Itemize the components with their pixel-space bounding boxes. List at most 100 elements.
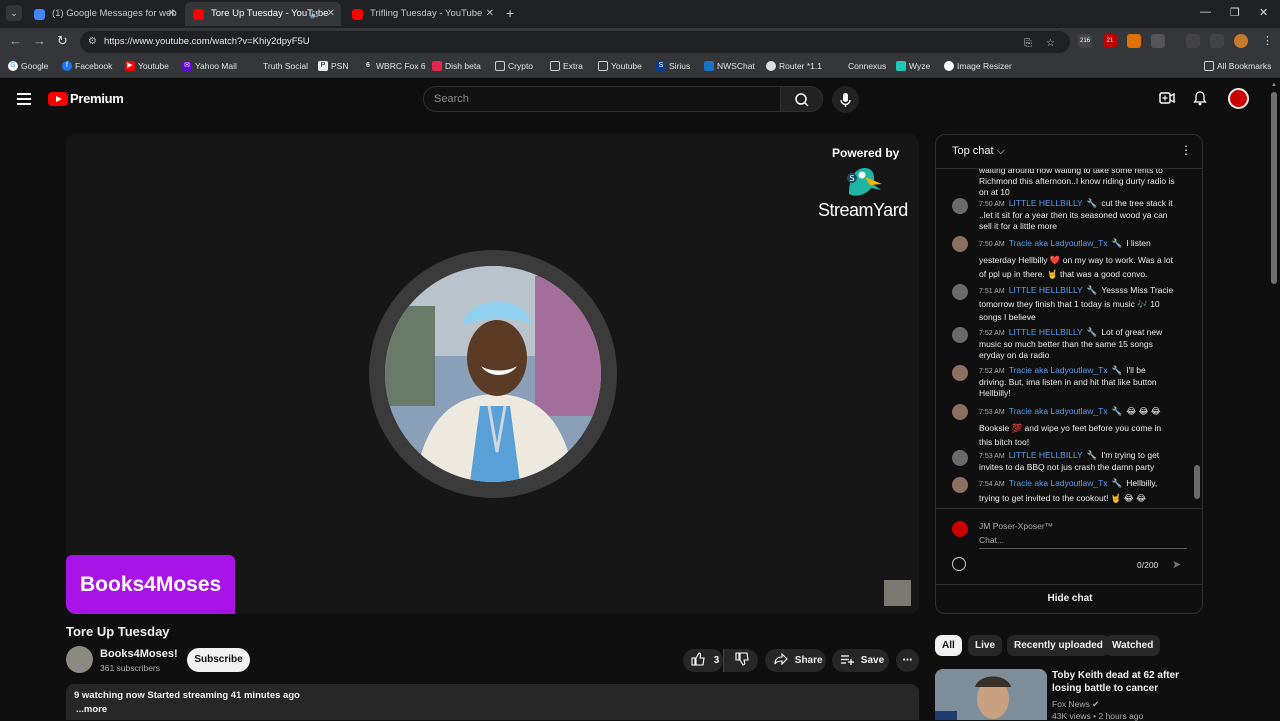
dislike-button[interactable] xyxy=(723,649,758,672)
chat-author-name[interactable]: LITTLE HELLBILLY xyxy=(1009,285,1083,295)
chat-author-avatar[interactable] xyxy=(952,236,968,252)
save-button[interactable]: Save xyxy=(832,649,889,672)
side-panel-icon[interactable] xyxy=(1210,34,1224,48)
bookmark-wbrc-fox6[interactable]: 6 WBRC Fox 6 xyxy=(363,61,426,71)
browser-menu-icon[interactable]: ⋮ xyxy=(1262,34,1273,48)
chat-author-avatar[interactable] xyxy=(952,198,968,214)
page-scrollbar-thumb[interactable] xyxy=(1271,92,1277,284)
browser-tab-messages[interactable]: (1) Google Messages for web ✕ xyxy=(26,2,182,26)
chat-author-name[interactable]: LITTLE HELLBILLY xyxy=(1009,327,1083,337)
account-avatar[interactable] xyxy=(1228,88,1249,109)
chat-author-name[interactable]: Tracie aka Ladyoutlaw_Tx xyxy=(1009,406,1108,416)
bookmark-dish-beta[interactable]: Dish beta xyxy=(432,61,481,71)
chat-author-avatar[interactable] xyxy=(952,404,968,420)
description-more-link[interactable]: ...more xyxy=(76,704,107,715)
top-chat-dropdown[interactable]: Top chat ⌵ xyxy=(952,145,1005,158)
chat-more-options-icon[interactable]: ⋮ xyxy=(1180,143,1192,157)
bookmark-router[interactable]: Router *1.1 xyxy=(766,61,822,71)
recommended-video-channel[interactable]: Fox News ✔ xyxy=(1052,699,1099,710)
extensions-puzzle-icon[interactable] xyxy=(1151,34,1165,48)
extension-badge-icon[interactable]: 216 xyxy=(1078,34,1092,48)
chat-author-avatar[interactable] xyxy=(952,327,968,343)
chat-scrollbar[interactable] xyxy=(1194,169,1200,508)
video-player[interactable]: Powered by S StreamYard Books4Moses xyxy=(66,134,919,614)
recommended-video-thumbnail[interactable] xyxy=(935,669,1047,720)
bookmark-psn[interactable]: P PSN xyxy=(318,61,348,71)
bookmark-folder-extra[interactable]: Extra xyxy=(550,61,583,71)
bookmark-image-resizer[interactable]: Image Resizer xyxy=(944,61,1012,71)
bookmark-wyze[interactable]: Wyze xyxy=(896,61,930,71)
bookmark-star-icon[interactable]: ☆ xyxy=(1046,38,1055,49)
speaker-icon[interactable]: 🔈 xyxy=(310,2,321,26)
chat-author-avatar[interactable] xyxy=(952,450,968,466)
media-controls-icon[interactable] xyxy=(1186,34,1200,48)
bookmark-truth-social[interactable]: Truth Social xyxy=(250,61,308,71)
close-tab-icon[interactable]: ✕ xyxy=(486,2,494,26)
bookmark-google[interactable]: G Google xyxy=(8,61,48,71)
tab-search-button[interactable]: ⌄ xyxy=(6,5,22,21)
emoji-picker-icon[interactable] xyxy=(952,557,966,571)
subscribe-button[interactable]: Subscribe xyxy=(187,648,250,672)
chat-author-name[interactable]: Tracie aka Ladyoutlaw_Tx xyxy=(1009,238,1108,248)
more-actions-button[interactable]: ⋯ xyxy=(896,649,919,672)
install-app-icon[interactable]: ⎘ xyxy=(1024,38,1032,49)
new-tab-button[interactable]: + xyxy=(506,6,514,20)
chat-author-avatar[interactable] xyxy=(952,365,968,381)
page-scrollbar[interactable]: ▲ xyxy=(1268,78,1280,720)
bookmark-facebook[interactable]: f Facebook xyxy=(62,61,112,71)
search-button[interactable] xyxy=(780,86,823,112)
back-arrow-icon[interactable]: ← xyxy=(9,34,22,48)
extension-badge-icon[interactable]: 21 xyxy=(1103,34,1117,48)
restore-icon[interactable]: ❐ xyxy=(1230,6,1240,19)
all-bookmarks-folder[interactable]: All Bookmarks xyxy=(1204,61,1271,71)
chat-author-name[interactable]: Tracie aka Ladyoutlaw_Tx xyxy=(1009,478,1108,488)
bookmark-yahoo-mail[interactable]: ✉ Yahoo Mail xyxy=(182,61,237,71)
chat-author-name[interactable]: LITTLE HELLBILLY xyxy=(1009,450,1083,460)
address-bar[interactable]: ⚙ https://www.youtube.com/watch?v=Khiy2d… xyxy=(80,31,1070,53)
guide-menu-icon[interactable] xyxy=(17,93,31,105)
minimize-icon[interactable]: — xyxy=(1200,6,1211,18)
chip-watched[interactable]: Watched xyxy=(1105,635,1161,656)
recommended-video-title[interactable]: Toby Keith dead at 62 after losing battl… xyxy=(1052,669,1192,695)
bookmark-connexus[interactable]: Connexus xyxy=(835,61,886,71)
reload-icon[interactable]: ↻ xyxy=(57,34,68,48)
hide-chat-button[interactable]: Hide chat xyxy=(936,584,1202,613)
share-button[interactable]: Share xyxy=(765,649,826,672)
bookmark-sirius[interactable]: S Sirius xyxy=(656,61,690,71)
chat-input[interactable]: Chat... xyxy=(979,535,1187,549)
chat-messages[interactable]: waiting around now waiting to take some … xyxy=(936,169,1202,509)
bookmark-folder-youtube[interactable]: Youtube xyxy=(598,61,642,71)
youtube-logo-icon[interactable] xyxy=(48,92,68,106)
chat-author-name[interactable]: LITTLE HELLBILLY xyxy=(1009,198,1083,208)
chip-recently-uploaded[interactable]: Recently uploaded xyxy=(1007,635,1110,656)
search-input[interactable]: Search xyxy=(423,86,781,112)
chat-author-name[interactable]: Tracie aka Ladyoutlaw_Tx xyxy=(1009,365,1108,375)
bookmark-folder-crypto[interactable]: Crypto xyxy=(495,61,533,71)
brave-extension-icon[interactable] xyxy=(1127,34,1141,48)
voice-search-button[interactable] xyxy=(832,86,859,113)
close-window-icon[interactable]: ✕ xyxy=(1259,6,1268,19)
close-tab-icon[interactable]: ✕ xyxy=(327,2,335,26)
profile-avatar-icon[interactable] xyxy=(1234,34,1248,48)
create-video-icon[interactable] xyxy=(1159,91,1175,108)
browser-tab-trifling-tuesday[interactable]: Trifling Tuesday - YouTube ✕ xyxy=(344,2,500,26)
browser-tab-tore-up-tuesday[interactable]: Tore Up Tuesday - YouTube 🔈 ✕ xyxy=(185,2,341,26)
chip-all[interactable]: All xyxy=(935,635,962,656)
chip-live[interactable]: Live xyxy=(968,635,1003,656)
chat-author-avatar[interactable] xyxy=(952,477,968,493)
chat-author-avatar[interactable] xyxy=(952,284,968,300)
channel-avatar[interactable] xyxy=(66,646,93,673)
channel-name[interactable]: Books4Moses! xyxy=(100,648,178,660)
scroll-up-arrow-icon[interactable]: ▲ xyxy=(1271,82,1277,88)
youtube-premium-logo-text[interactable]: Premium xyxy=(70,91,124,106)
like-button[interactable]: 3 xyxy=(683,649,723,672)
bookmark-nwschat[interactable]: NWSChat xyxy=(704,61,755,71)
description-box[interactable]: 9 watching now Started streaming 41 minu… xyxy=(66,684,919,720)
notifications-bell-icon[interactable] xyxy=(1193,91,1207,109)
site-info-icon[interactable]: ⚙ xyxy=(88,36,100,48)
chat-scrollbar-thumb[interactable] xyxy=(1194,465,1200,499)
forward-arrow-icon[interactable]: → xyxy=(33,34,46,48)
url-text[interactable]: https://www.youtube.com/watch?v=Khiy2dpy… xyxy=(104,36,310,47)
close-tab-icon[interactable]: ✕ xyxy=(168,2,176,26)
bookmark-youtube[interactable]: ▶ Youtube xyxy=(125,61,169,71)
